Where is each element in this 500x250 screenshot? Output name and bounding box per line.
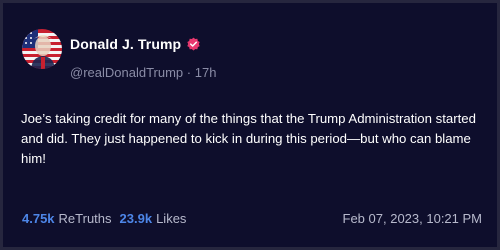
post-age: 17h [194,65,217,80]
post-text: Joe’s taking credit for many of the thin… [21,111,476,166]
likes-count: 23.9k [119,211,153,226]
verified-badge-icon [186,37,201,52]
author-name-row: Donald J. Trump [70,36,201,52]
author-display-name[interactable]: Donald J. Trump [70,36,181,52]
handle-separator: · [186,65,195,80]
truth-post-card: Donald J. Trump @realDonaldTrump · 17h J… [0,0,500,250]
retruths-stat[interactable]: 4.75k ReTruths [22,211,112,226]
author-handle-row: @realDonaldTrump · 17h [70,65,216,80]
likes-label: Likes [156,211,187,226]
retruths-label: ReTruths [58,211,112,226]
likes-stat[interactable]: 23.9k Likes [120,211,187,226]
post-stats: 4.75k ReTruths 23.9k Likes [22,211,186,226]
avatar-flag-portrait-icon [22,29,62,69]
post-timestamp[interactable]: Feb 07, 2023, 10:21 PM [343,211,482,226]
profile-avatar[interactable] [22,29,62,69]
retruths-count: 4.75k [22,211,55,226]
author-handle[interactable]: @realDonaldTrump [70,65,183,80]
